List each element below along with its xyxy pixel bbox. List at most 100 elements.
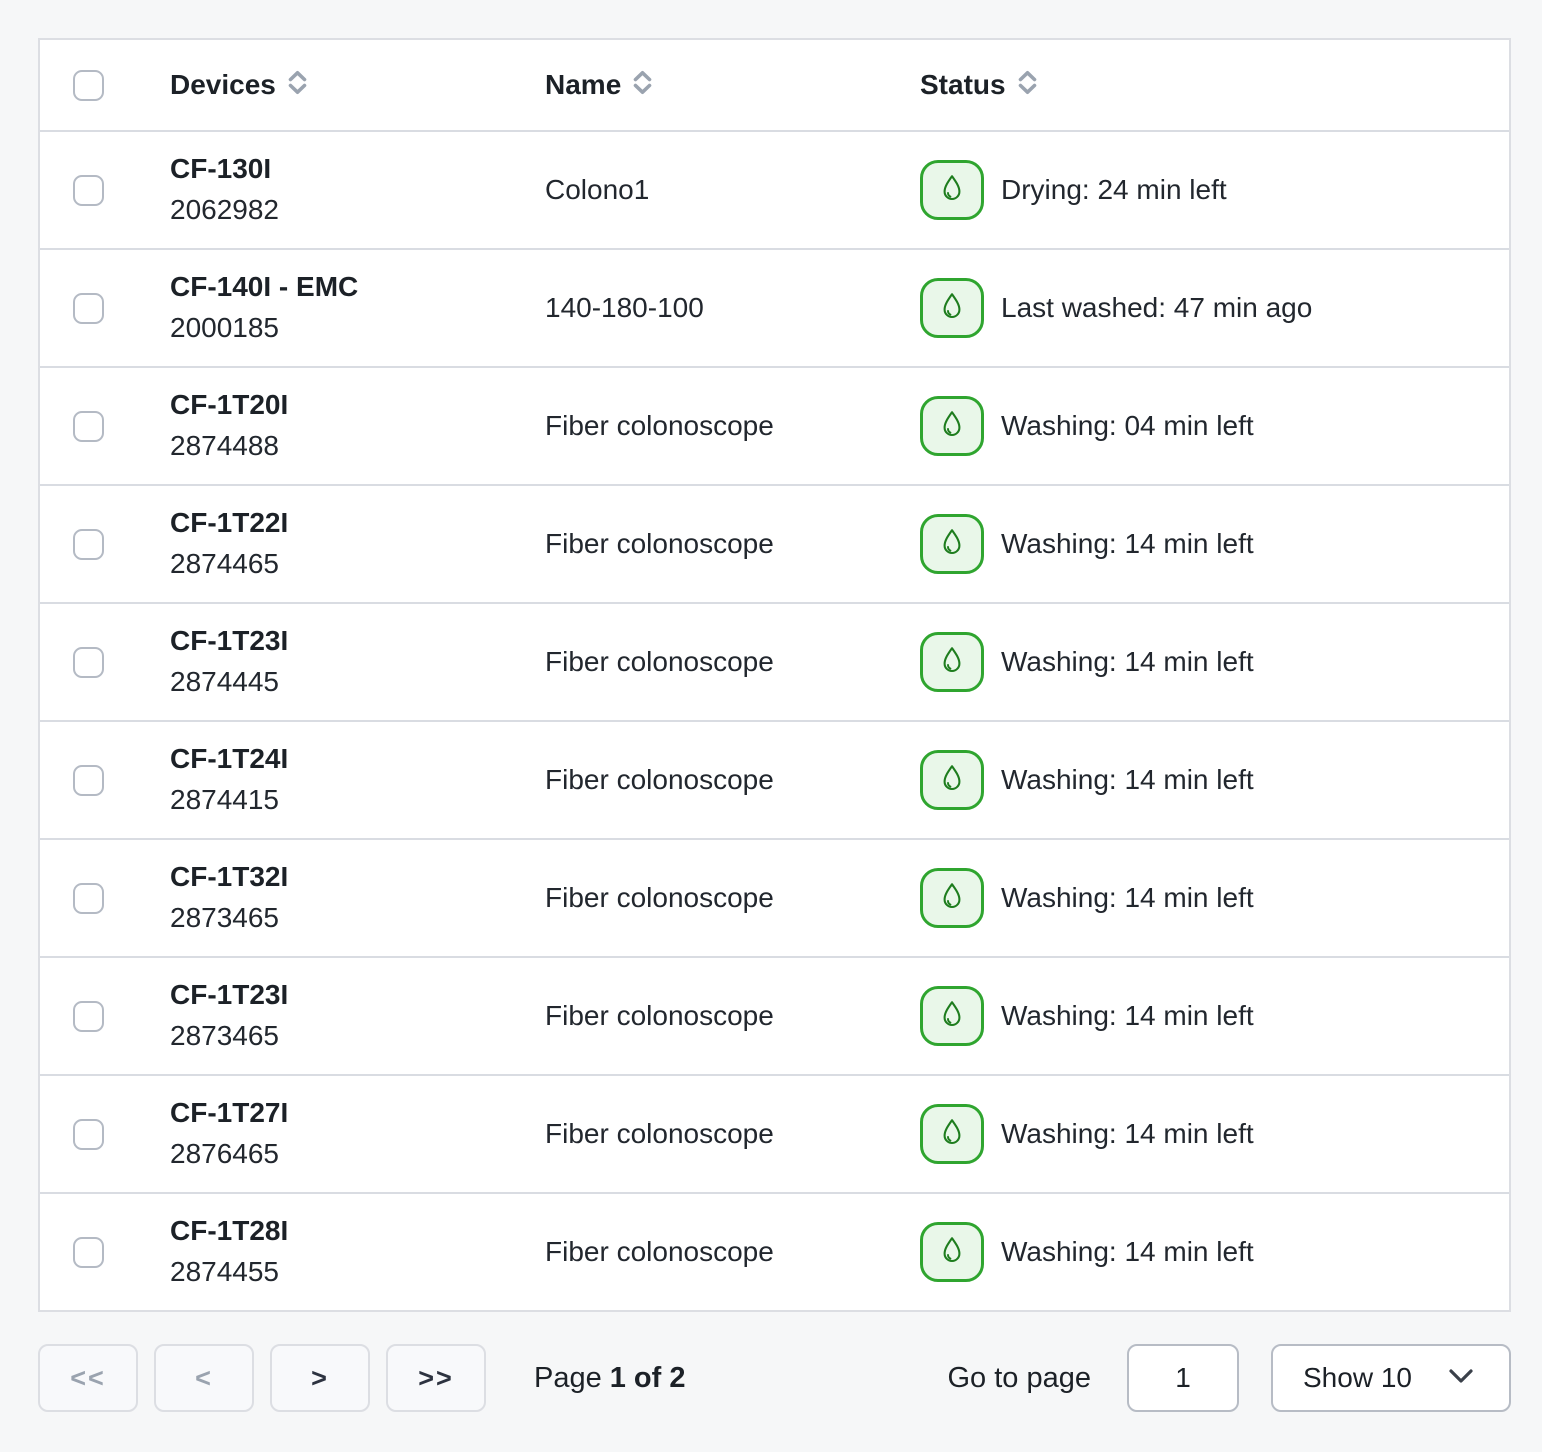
device-cell: CF-140I - EMC 2000185	[170, 267, 545, 349]
device-name: Fiber colonoscope	[545, 764, 774, 795]
table-row: CF-1T22I 2874465 Fiber colonoscope Washi…	[40, 484, 1509, 602]
go-to-page-input[interactable]	[1127, 1344, 1239, 1412]
row-checkbox[interactable]	[73, 1119, 104, 1150]
status-sort-header[interactable]: Status	[920, 69, 1038, 101]
name-cell: Fiber colonoscope	[545, 1000, 920, 1032]
last-page-button[interactable]: >>	[386, 1344, 486, 1412]
status-text: Drying: 24 min left	[1001, 174, 1227, 206]
status-text: Washing: 14 min left	[1001, 1118, 1254, 1150]
device-cell: CF-1T20I 2874488	[170, 385, 545, 467]
device-name: Fiber colonoscope	[545, 1118, 774, 1149]
previous-page-button[interactable]: <	[154, 1344, 254, 1412]
device-serial: 2873465	[170, 897, 545, 939]
first-page-button[interactable]: <<	[38, 1344, 138, 1412]
device-serial: 2874455	[170, 1251, 545, 1293]
devices-table: Devices Name	[38, 38, 1511, 1312]
row-checkbox[interactable]	[73, 1237, 104, 1268]
device-name: Fiber colonoscope	[545, 410, 774, 441]
device-model: CF-1T32I	[170, 857, 545, 897]
header-status-cell: Status	[920, 69, 1509, 101]
water-drop-icon	[920, 160, 984, 220]
status-cell: Washing: 14 min left	[920, 632, 1509, 692]
page-size-dropdown[interactable]: Show 10	[1271, 1344, 1511, 1412]
water-drop-icon	[920, 514, 984, 574]
device-serial: 2874465	[170, 543, 545, 585]
sort-chevrons-icon	[287, 70, 308, 100]
select-all-checkbox[interactable]	[73, 70, 104, 101]
device-name: Fiber colonoscope	[545, 1000, 774, 1031]
status-cell: Washing: 14 min left	[920, 986, 1509, 1046]
header-name-cell: Name	[545, 69, 920, 101]
row-checkbox[interactable]	[73, 647, 104, 678]
table-row: CF-1T23I 2874445 Fiber colonoscope Washi…	[40, 602, 1509, 720]
name-sort-header[interactable]: Name	[545, 69, 653, 101]
row-checkbox-cell	[40, 411, 170, 442]
row-checkbox[interactable]	[73, 1001, 104, 1032]
device-cell: CF-1T23I 2874445	[170, 621, 545, 703]
status-text: Washing: 04 min left	[1001, 410, 1254, 442]
device-cell: CF-1T32I 2873465	[170, 857, 545, 939]
header-checkbox-cell	[40, 70, 170, 101]
row-checkbox[interactable]	[73, 175, 104, 206]
name-cell: Fiber colonoscope	[545, 882, 920, 914]
status-cell: Washing: 14 min left	[920, 868, 1509, 928]
next-page-button[interactable]: >	[270, 1344, 370, 1412]
page-word: Page	[534, 1362, 602, 1394]
row-checkbox-cell	[40, 1001, 170, 1032]
table-row: CF-1T24I 2874415 Fiber colonoscope Washi…	[40, 720, 1509, 838]
status-text: Washing: 14 min left	[1001, 764, 1254, 796]
table-row: CF-140I - EMC 2000185 140-180-100 Last w…	[40, 248, 1509, 366]
page-count: 1 of 2	[610, 1362, 686, 1394]
device-cell: CF-1T24I 2874415	[170, 739, 545, 821]
sort-chevrons-icon	[1017, 70, 1038, 100]
table-row: CF-1T23I 2873465 Fiber colonoscope Washi…	[40, 956, 1509, 1074]
device-model: CF-1T23I	[170, 975, 545, 1015]
status-text: Washing: 14 min left	[1001, 528, 1254, 560]
table-row: CF-1T32I 2873465 Fiber colonoscope Washi…	[40, 838, 1509, 956]
device-model: CF-1T28I	[170, 1211, 545, 1251]
table-header-row: Devices Name	[40, 40, 1509, 130]
status-text: Washing: 14 min left	[1001, 646, 1254, 678]
water-drop-icon	[920, 278, 984, 338]
row-checkbox-cell	[40, 1119, 170, 1150]
device-serial: 2876465	[170, 1133, 545, 1175]
row-checkbox-cell	[40, 1237, 170, 1268]
name-cell: Fiber colonoscope	[545, 1236, 920, 1268]
device-name: Colono1	[545, 174, 649, 205]
go-to-page-label: Go to page	[948, 1362, 1092, 1395]
row-checkbox[interactable]	[73, 529, 104, 560]
row-checkbox-cell	[40, 175, 170, 206]
table-row: CF-1T27I 2876465 Fiber colonoscope Washi…	[40, 1074, 1509, 1192]
name-cell: Fiber colonoscope	[545, 764, 920, 796]
status-cell: Drying: 24 min left	[920, 160, 1509, 220]
device-name: Fiber colonoscope	[545, 882, 774, 913]
table-row: CF-130I 2062982 Colono1 Drying: 24 min l…	[40, 130, 1509, 248]
row-checkbox[interactable]	[73, 293, 104, 324]
water-drop-icon	[920, 986, 984, 1046]
name-cell: Fiber colonoscope	[545, 410, 920, 442]
device-serial: 2874415	[170, 779, 545, 821]
status-cell: Washing: 04 min left	[920, 396, 1509, 456]
device-cell: CF-1T28I 2874455	[170, 1211, 545, 1293]
row-checkbox-cell	[40, 293, 170, 324]
row-checkbox[interactable]	[73, 765, 104, 796]
device-model: CF-1T20I	[170, 385, 545, 425]
row-checkbox[interactable]	[73, 883, 104, 914]
device-model: CF-1T24I	[170, 739, 545, 779]
water-drop-icon	[920, 632, 984, 692]
row-checkbox[interactable]	[73, 411, 104, 442]
chevron-down-icon	[1443, 1365, 1479, 1392]
water-drop-icon	[920, 1222, 984, 1282]
table-body: CF-130I 2062982 Colono1 Drying: 24 min l…	[40, 130, 1509, 1310]
device-cell: CF-1T27I 2876465	[170, 1093, 545, 1175]
row-checkbox-cell	[40, 765, 170, 796]
device-name: Fiber colonoscope	[545, 528, 774, 559]
status-cell: Washing: 14 min left	[920, 750, 1509, 810]
status-text: Washing: 14 min left	[1001, 1236, 1254, 1268]
water-drop-icon	[920, 868, 984, 928]
name-cell: 140-180-100	[545, 292, 920, 324]
water-drop-icon	[920, 396, 984, 456]
page-indicator: Page1 of 2	[534, 1362, 685, 1395]
devices-sort-header[interactable]: Devices	[170, 69, 308, 101]
status-cell: Last washed: 47 min ago	[920, 278, 1509, 338]
